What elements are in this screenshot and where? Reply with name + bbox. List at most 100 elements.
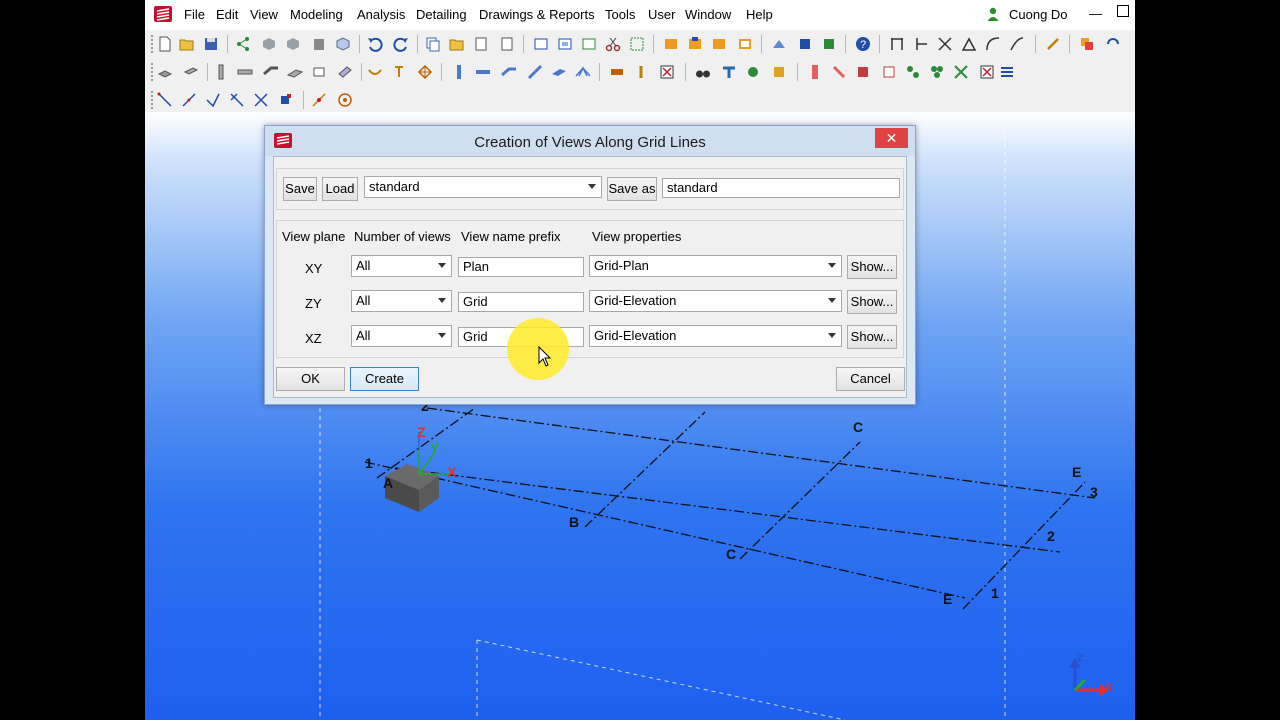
open-icon[interactable] — [179, 36, 195, 52]
view-window-icon[interactable] — [557, 36, 573, 52]
snap-icon[interactable] — [961, 36, 977, 52]
numbering-icon[interactable] — [771, 36, 787, 52]
binoculars-icon[interactable] — [695, 64, 711, 80]
drawing-icon[interactable] — [687, 36, 703, 52]
weld-icon[interactable] — [367, 64, 383, 80]
view-properties-xz-combo[interactable]: Grid-Elevation — [589, 325, 842, 347]
ok-button[interactable]: OK — [276, 367, 345, 391]
truss-icon[interactable] — [575, 64, 591, 80]
bolt-icon[interactable] — [391, 64, 407, 80]
component-icon[interactable] — [745, 64, 761, 80]
menu-view[interactable]: View — [250, 7, 278, 22]
snap-icon[interactable] — [937, 36, 953, 52]
maximize-icon[interactable] — [1117, 5, 1129, 17]
shape-icon[interactable] — [261, 36, 277, 52]
create-button[interactable]: Create — [350, 367, 419, 391]
panel-icon[interactable] — [311, 64, 327, 80]
menu-analysis[interactable]: Analysis — [357, 7, 405, 22]
menu-help[interactable]: Help — [746, 7, 773, 22]
cube-icon[interactable] — [335, 36, 351, 52]
menu-edit[interactable]: Edit — [216, 7, 238, 22]
rebar-icon[interactable] — [417, 64, 433, 80]
drawing-icon[interactable] — [711, 36, 727, 52]
slab-icon[interactable] — [287, 64, 303, 80]
number-of-views-xz-combo[interactable]: All — [351, 325, 452, 347]
view-name-prefix-zy-input[interactable]: Grid — [458, 292, 584, 312]
part-icon[interactable] — [855, 64, 871, 80]
menu-drawings-reports[interactable]: Drawings & Reports — [479, 7, 595, 22]
new-icon[interactable] — [157, 36, 173, 52]
group-icon[interactable] — [929, 64, 945, 80]
sync-icon[interactable] — [1105, 36, 1121, 52]
part-icon[interactable] — [807, 64, 823, 80]
steel-column-icon[interactable] — [451, 64, 467, 80]
snap-icon[interactable] — [1009, 36, 1025, 52]
redo-icon[interactable] — [393, 36, 409, 52]
number-of-views-xy-combo[interactable]: All — [351, 255, 452, 277]
scissors-icon[interactable] — [605, 36, 621, 52]
steel-plate-icon[interactable] — [551, 64, 567, 80]
snap-line-icon[interactable] — [181, 92, 197, 108]
tool-icon[interactable] — [821, 36, 837, 52]
help-icon[interactable]: ? — [855, 36, 871, 52]
menu-file[interactable]: File — [184, 7, 205, 22]
steel-brace-icon[interactable] — [527, 64, 543, 80]
view-window-icon[interactable] — [533, 36, 549, 52]
column-icon[interactable] — [213, 64, 229, 80]
remove-icon[interactable] — [979, 64, 995, 80]
snap-line-icon[interactable] — [157, 92, 173, 108]
strip-footing-icon[interactable] — [183, 64, 199, 80]
measure-icon[interactable] — [1045, 36, 1061, 52]
part-icon[interactable] — [881, 64, 897, 80]
show-xz-button[interactable]: Show... — [847, 325, 897, 349]
steel-polybeam-icon[interactable] — [501, 64, 517, 80]
connection-icon[interactable] — [721, 64, 737, 80]
menu-window[interactable]: Window — [685, 7, 731, 22]
part-icon[interactable] — [831, 64, 847, 80]
bolt-group-icon[interactable] — [609, 64, 625, 80]
dialog-title-bar[interactable]: Creation of Views Along Grid Lines ✕ — [265, 126, 915, 156]
list-icon[interactable] — [999, 64, 1015, 80]
menu-detailing[interactable]: Detailing — [416, 7, 467, 22]
load-button[interactable]: Load — [322, 177, 358, 201]
layers-icon[interactable] — [1079, 36, 1095, 52]
snap-center-icon[interactable] — [337, 92, 353, 108]
undo-icon[interactable] — [367, 36, 383, 52]
drawing-icon[interactable] — [737, 36, 753, 52]
snap-free-icon[interactable] — [311, 92, 327, 108]
menu-tools[interactable]: Tools — [605, 7, 635, 22]
snap-icon[interactable] — [913, 36, 929, 52]
snap-point-icon[interactable] — [277, 92, 293, 108]
view-properties-zy-combo[interactable]: Grid-Elevation — [589, 290, 842, 312]
tool-icon[interactable] — [797, 36, 813, 52]
view-name-prefix-xy-input[interactable]: Plan — [458, 257, 584, 277]
minimize-icon[interactable]: — — [1089, 6, 1102, 21]
open-folder-icon[interactable] — [449, 36, 465, 52]
explode-icon[interactable] — [953, 64, 969, 80]
show-xy-button[interactable]: Show... — [847, 255, 897, 279]
view-properties-xy-combo[interactable]: Grid-Plan — [589, 255, 842, 277]
save-as-button[interactable]: Save as — [607, 177, 657, 201]
toolbar-grip[interactable] — [151, 91, 154, 109]
group-icon[interactable] — [905, 64, 921, 80]
menu-modeling[interactable]: Modeling — [290, 7, 343, 22]
steel-beam-icon[interactable] — [475, 64, 491, 80]
tekla-logo-icon[interactable] — [153, 5, 173, 23]
snap-line-icon[interactable] — [253, 92, 269, 108]
delete-icon[interactable] — [659, 64, 675, 80]
snap-icon[interactable] — [985, 36, 1001, 52]
number-of-views-zy-combo[interactable]: All — [351, 290, 452, 312]
weld-tool-icon[interactable] — [633, 64, 649, 80]
document-icon[interactable] — [499, 36, 515, 52]
menu-user[interactable]: User — [648, 7, 675, 22]
polybeam-icon[interactable] — [263, 64, 279, 80]
toolbar-grip[interactable] — [151, 35, 154, 53]
save-as-input[interactable]: standard — [662, 178, 900, 198]
share-icon[interactable] — [235, 36, 251, 52]
block-icon[interactable] — [311, 36, 327, 52]
show-zy-button[interactable]: Show... — [847, 290, 897, 314]
footing-icon[interactable] — [157, 64, 173, 80]
drawing-icon[interactable] — [663, 36, 679, 52]
beam-icon[interactable] — [237, 64, 253, 80]
save-button[interactable]: Save — [283, 177, 317, 201]
